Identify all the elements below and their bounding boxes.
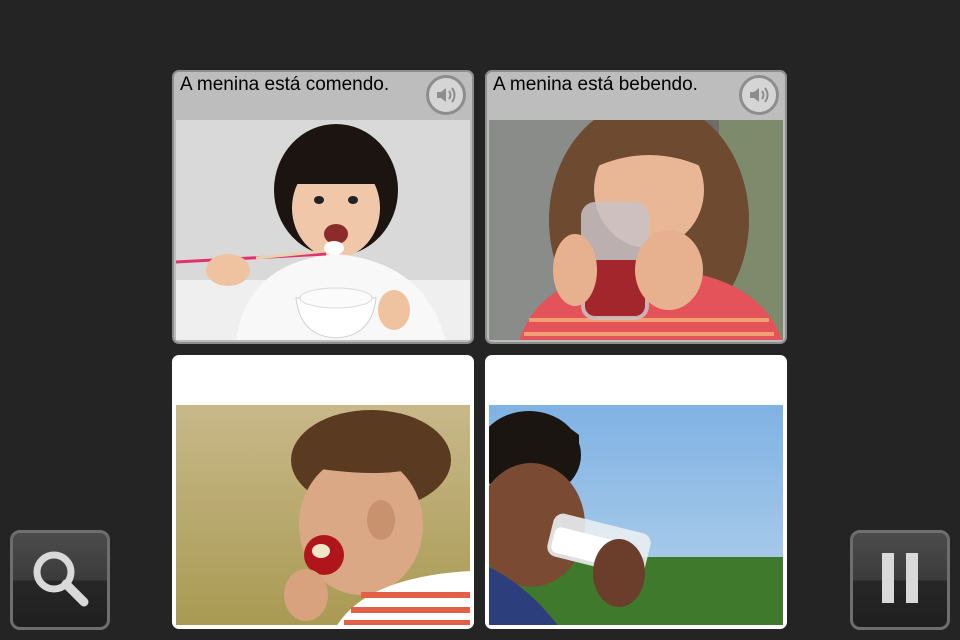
speaker-icon[interactable] — [739, 75, 779, 115]
boy-drinking-milk-photo — [489, 405, 783, 625]
lesson-screen: A menina está comendo. A menina está beb… — [0, 0, 960, 640]
answer-card-boy-drinking[interactable] — [485, 355, 787, 629]
answer-card-girl-eating[interactable]: A menina está comendo. — [172, 70, 474, 344]
speaker-icon[interactable] — [426, 75, 466, 115]
answer-card-boy-eating[interactable] — [172, 355, 474, 629]
answer-card-girl-drinking[interactable]: A menina está bebendo. — [485, 70, 787, 344]
magnifier-icon — [28, 546, 92, 615]
card-header — [487, 357, 785, 405]
pause-button[interactable] — [850, 530, 950, 630]
card-header — [174, 357, 472, 405]
hint-button[interactable] — [10, 530, 110, 630]
card-caption: A menina está comendo. — [180, 74, 390, 95]
card-caption: A menina está bebendo. — [493, 74, 698, 95]
pause-icon — [878, 551, 922, 610]
card-header: A menina está comendo. — [174, 72, 472, 120]
boy-eating-apple-photo — [176, 405, 470, 625]
girl-eating-rice-photo — [176, 120, 470, 340]
girl-drinking-juice-photo — [489, 120, 783, 340]
card-header: A menina está bebendo. — [487, 72, 785, 120]
